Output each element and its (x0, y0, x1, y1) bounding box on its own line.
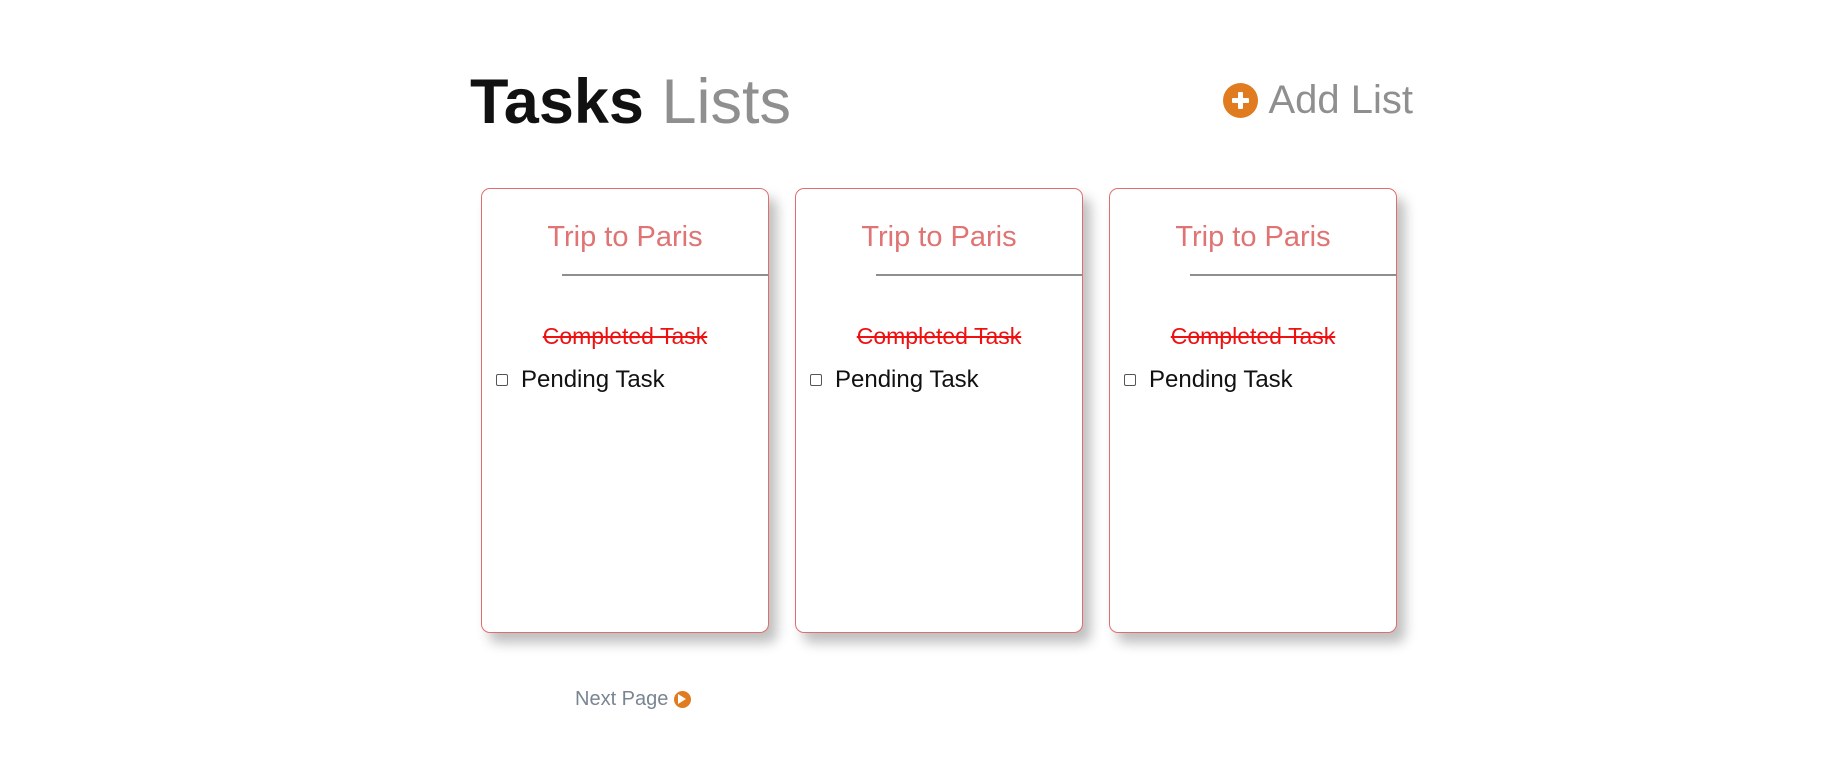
completed-task: Completed Task (856, 323, 1022, 349)
list-card: Trip to Paris Completed Task Pending Tas… (481, 188, 769, 633)
title-underline (562, 274, 768, 276)
pending-task-row: Pending Task (496, 365, 665, 395)
pending-task-label: Pending Task (521, 366, 665, 393)
lists-container: Trip to Paris Completed Task Pending Tas… (481, 188, 1397, 633)
task-checkbox[interactable] (1124, 374, 1136, 386)
list-title[interactable]: Trip to Paris (796, 219, 1082, 255)
list-card: Trip to Paris Completed Task Pending Tas… (795, 188, 1083, 633)
next-page-link[interactable]: Next Page (575, 686, 692, 712)
completed-task: Completed Task (1170, 323, 1336, 349)
page-title-light: Lists (661, 67, 792, 137)
pending-task-label: Pending Task (835, 366, 979, 393)
list-card: Trip to Paris Completed Task Pending Tas… (1109, 188, 1397, 633)
next-page-label: Next Page (575, 688, 669, 710)
header: Tasks Lists Add List (470, 62, 1413, 142)
add-list-button[interactable]: Add List (1223, 78, 1413, 122)
title-underline (1190, 274, 1396, 276)
title-underline (876, 274, 1082, 276)
list-title[interactable]: Trip to Paris (482, 219, 768, 255)
task-checkbox[interactable] (810, 374, 822, 386)
arrow-circle-right-icon (674, 690, 692, 708)
pending-task-row: Pending Task (1124, 365, 1293, 395)
page-title: Tasks Lists (470, 62, 791, 142)
page-title-bold: Tasks (470, 67, 644, 137)
pending-task-label: Pending Task (1149, 366, 1293, 393)
plus-circle-icon (1223, 82, 1259, 118)
completed-task: Completed Task (542, 323, 708, 349)
task-checkbox[interactable] (496, 374, 508, 386)
add-list-label: Add List (1268, 78, 1413, 122)
page: Tasks Lists Add List Trip to Paris Compl… (0, 0, 1825, 763)
pending-task-row: Pending Task (810, 365, 979, 395)
list-title[interactable]: Trip to Paris (1110, 219, 1396, 255)
